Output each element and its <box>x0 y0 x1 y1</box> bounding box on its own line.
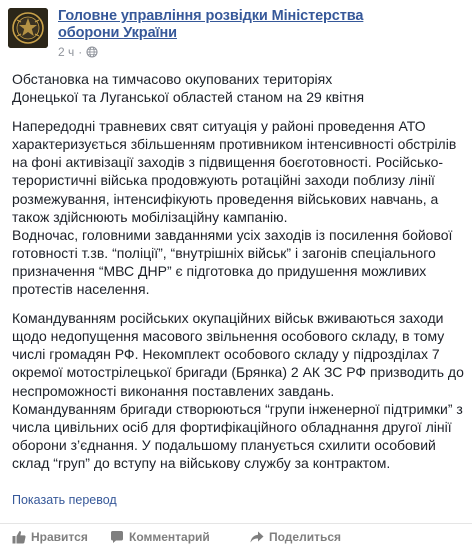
post-timestamp[interactable]: 2 ч <box>58 45 74 59</box>
facebook-post: Головне управління розвідки Міністерства… <box>0 0 472 550</box>
comment-bubble-icon <box>111 531 123 543</box>
page-avatar[interactable] <box>8 8 48 48</box>
globe-icon[interactable] <box>86 46 98 58</box>
comment-label: Комментарий <box>129 530 210 544</box>
show-translation-link[interactable]: Показать перевод <box>12 492 117 508</box>
share-arrow-icon <box>250 531 264 543</box>
post-body: Обстановка на тимчасово окупованих терит… <box>12 70 464 483</box>
thumbs-up-icon <box>12 531 26 544</box>
share-button[interactable]: Поделиться <box>250 530 350 544</box>
post-paragraph: Командуванням російських окупаційних вій… <box>12 310 464 471</box>
post-paragraph: Напередодні травневих свят ситуація у ра… <box>12 118 457 298</box>
intelligence-emblem-icon <box>8 8 48 48</box>
share-label: Поделиться <box>269 530 342 544</box>
post-meta: 2 ч · <box>58 45 388 59</box>
page-name-link[interactable]: Головне управління розвідки Міністерства… <box>58 8 388 42</box>
meta-separator: · <box>78 45 83 59</box>
post-paragraph-heading: Обстановка на тимчасово окупованих терит… <box>12 71 365 106</box>
post-header: Головне управління розвідки Міністерства… <box>8 8 388 59</box>
header-text: Головне управління розвідки Міністерства… <box>58 8 388 59</box>
comment-button[interactable]: Комментарий <box>110 530 250 544</box>
like-button[interactable]: Нравится <box>12 530 110 544</box>
post-actions-bar: Нравится Комментарий Поделиться <box>0 523 472 550</box>
like-label: Нравится <box>31 530 88 544</box>
